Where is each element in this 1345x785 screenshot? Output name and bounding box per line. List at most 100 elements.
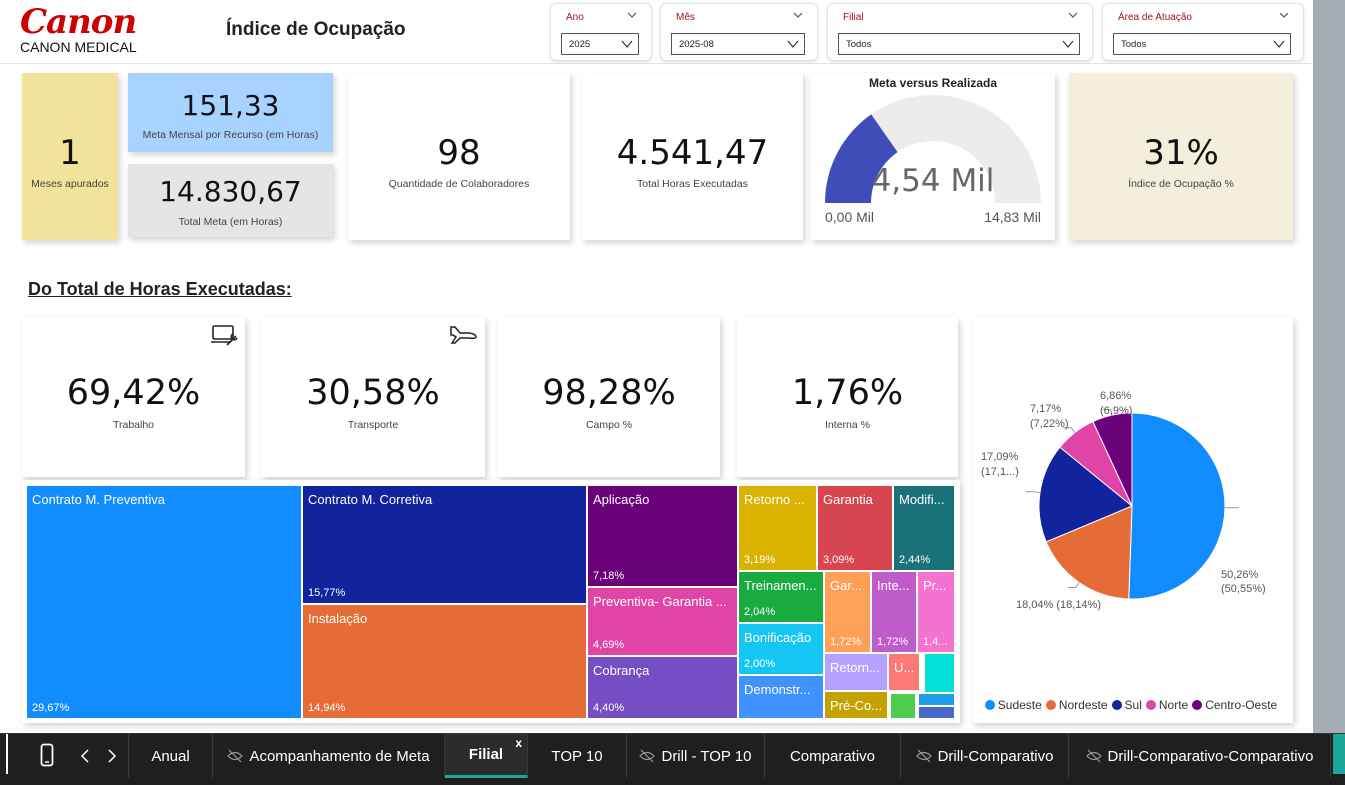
tab-drill-comparativo[interactable]: Drill-Comparativo	[901, 734, 1069, 778]
chevron-down-icon[interactable]	[627, 10, 637, 20]
pie-slice[interactable]	[1128, 412, 1226, 600]
treemap-tile[interactable]: Garantia 3,09%	[818, 486, 892, 570]
pct-value: 30,58%	[306, 373, 440, 413]
treemap-tile[interactable]: Contrato M. Preventiva 29,67%	[27, 486, 301, 718]
pct-label: Transporte	[347, 419, 399, 431]
kpi-meses-apurados[interactable]: 1 Meses apurados	[22, 73, 118, 240]
pie-legend: Sudeste Nordeste Sul Norte Centro-Oeste	[973, 697, 1293, 715]
chevron-down-icon[interactable]	[1279, 10, 1289, 20]
chevron-down-icon[interactable]	[1068, 10, 1078, 20]
pct-card-interna[interactable]: 1,76% Interna %	[737, 317, 958, 477]
pie-data-label: 7,17%	[1030, 403, 1061, 415]
tab-label: Anual	[151, 747, 190, 765]
tab-top10[interactable]: TOP 10	[528, 734, 627, 778]
legend-label: Nordeste	[1058, 698, 1108, 712]
treemap-tile[interactable]: Modifi... 2,44%	[894, 486, 954, 570]
section-title: Do Total de Horas Executadas:	[28, 279, 292, 299]
legend-swatch	[984, 700, 995, 710]
slicer-dropdown[interactable]: 2025	[561, 33, 639, 55]
pie-data-label: 6,86%	[1100, 390, 1131, 402]
treemap-tile[interactable]: Inte... 1,72%	[872, 572, 916, 652]
treemap-tile[interactable]	[919, 694, 954, 705]
slicer-value: Todos	[846, 39, 872, 50]
treemap-tile[interactable]: Pré-Co...	[825, 692, 887, 718]
treemap-tile[interactable]	[919, 707, 954, 718]
kpi-label: Índice de Ocupação %	[1128, 178, 1234, 190]
kpi-total-horas[interactable]: 4.541,47 Total Horas Executadas	[582, 73, 803, 240]
tab-filial[interactable]: Filial x	[445, 734, 528, 778]
slicer-dropdown[interactable]: Todos	[838, 33, 1080, 55]
legend-swatch	[1145, 700, 1156, 710]
legend-item[interactable]: Norte	[1145, 698, 1189, 712]
pie-leader-line	[1067, 582, 1080, 588]
tab-drill-comparativo-comparativo[interactable]: Drill-Comparativo-Comparativo	[1069, 734, 1331, 778]
treemap-tile[interactable]: Gar... 1,72%	[825, 572, 870, 652]
legend-item[interactable]: Centro-Oeste	[1192, 698, 1277, 712]
close-icon[interactable]: x	[515, 736, 522, 750]
chevron-down-icon	[621, 40, 633, 48]
treemap-label: Garantia	[823, 492, 873, 507]
treemap-tile[interactable]: Retorno ... 3,19%	[739, 486, 816, 570]
legend-swatch	[1111, 700, 1122, 710]
slicer-mes[interactable]: Mês 2025-08	[660, 3, 818, 61]
treemap-tile[interactable]	[925, 654, 954, 692]
treemap-label: Demonstr...	[744, 682, 811, 697]
treemap-tile[interactable]: U...	[889, 654, 919, 690]
treemap-value: 29,67%	[32, 702, 70, 714]
next-page-icon[interactable]	[107, 749, 117, 763]
treemap-tile[interactable]: Cobrança 4,40%	[588, 657, 737, 718]
treemap-tile[interactable]: Retorn...	[825, 654, 887, 690]
legend-item[interactable]: Sul	[1111, 698, 1142, 712]
legend-item[interactable]: Sudeste	[984, 698, 1042, 712]
mobile-layout-icon[interactable]	[40, 743, 54, 767]
chevron-down-icon[interactable]	[793, 10, 803, 20]
pie-regiao[interactable]: 50,26% (50,55%) 18,04% (18,14%) 17,09% (17,1…	[973, 317, 1293, 723]
canon-logo: Canon	[20, 2, 137, 42]
kpi-colaboradores[interactable]: 98 Quantidade de Colaboradores	[348, 73, 570, 240]
hidden-page-icon	[639, 749, 656, 763]
treemap-tile[interactable]: Preventiva- Garantia ... 4,69%	[588, 588, 737, 655]
pct-card-campo[interactable]: 98,28% Campo %	[498, 317, 720, 477]
treemap-tile[interactable]: Aplicação 7,18%	[588, 486, 737, 586]
legend-label: Sudeste	[997, 698, 1042, 712]
pct-card-trabalho[interactable]: 69,42% Trabalho	[22, 317, 245, 477]
slicer-filial[interactable]: Filial Todos	[827, 3, 1093, 61]
kpi-label: Total Horas Executadas	[637, 178, 748, 190]
kpi-total-meta[interactable]: 14.830,67 Total Meta (em Horas)	[128, 164, 333, 237]
pie-data-label: (6,9%)	[1100, 405, 1132, 417]
legend-item[interactable]: Nordeste	[1045, 698, 1108, 712]
treemap-tile[interactable]: Demonstr...	[739, 676, 823, 718]
slicer-dropdown[interactable]: 2025-08	[671, 33, 805, 55]
slicer-area-atuacao[interactable]: Área de Atuação Todos	[1102, 3, 1304, 61]
pct-card-transporte[interactable]: 30,58% Transporte	[261, 317, 485, 477]
legend-label: Centro-Oeste	[1205, 698, 1278, 712]
treemap-area: Contrato M. Preventiva 29,67% Contrato M. …	[22, 480, 960, 723]
treemap-tile[interactable]: Pr... 1,4...	[918, 572, 954, 652]
slicer-dropdown[interactable]: Todos	[1113, 33, 1291, 55]
treemap-label: Aplicação	[593, 492, 650, 507]
legend-swatch	[1192, 700, 1203, 710]
tab-comparativo[interactable]: Comparativo	[765, 734, 901, 778]
treemap-tile[interactable]: Bonificação 2,00%	[739, 624, 823, 674]
kpi-value: 14.830,67	[159, 175, 302, 208]
treemap-tile[interactable]: Contrato M. Corretiva 15,77%	[303, 486, 586, 603]
tab-label: Filial	[468, 746, 504, 763]
treemap-label: Pré-Co...	[830, 698, 883, 713]
legend-label: Norte	[1158, 698, 1189, 712]
kpi-indice-ocupacao[interactable]: 31% Índice de Ocupação %	[1069, 73, 1293, 240]
gauge-meta-realizada[interactable]: Meta versus Realizada 4,54 Mil 0,00 Mil …	[811, 73, 1055, 240]
treemap-tile[interactable]	[891, 694, 915, 718]
chevron-down-icon	[1062, 40, 1074, 48]
treemap-tile[interactable]: Treinamen... 2,04%	[739, 572, 823, 622]
kpi-label: Meta Mensal por Recurso (em Horas)	[142, 129, 319, 141]
pie-chart: 50,26% (50,55%) 18,04% (18,14%) 17,09% (17,1…	[981, 390, 1266, 611]
slicer-ano[interactable]: Ano 2025	[550, 3, 652, 61]
tab-scroll-indicator	[1333, 734, 1345, 774]
tab-acompanhamento-meta[interactable]: Acompanhamento de Meta	[213, 734, 445, 778]
kpi-meta-mensal[interactable]: 151,33 Meta Mensal por Recurso (em Horas…	[128, 73, 333, 152]
tab-drill-top10[interactable]: Drill - TOP 10	[627, 734, 765, 778]
tab-anual[interactable]: Anual	[129, 734, 213, 778]
treemap-tile[interactable]: Instalação 14,94%	[303, 605, 586, 718]
prev-page-icon[interactable]	[80, 749, 90, 763]
treemap-label: Preventiva- Garantia ...	[593, 594, 727, 609]
